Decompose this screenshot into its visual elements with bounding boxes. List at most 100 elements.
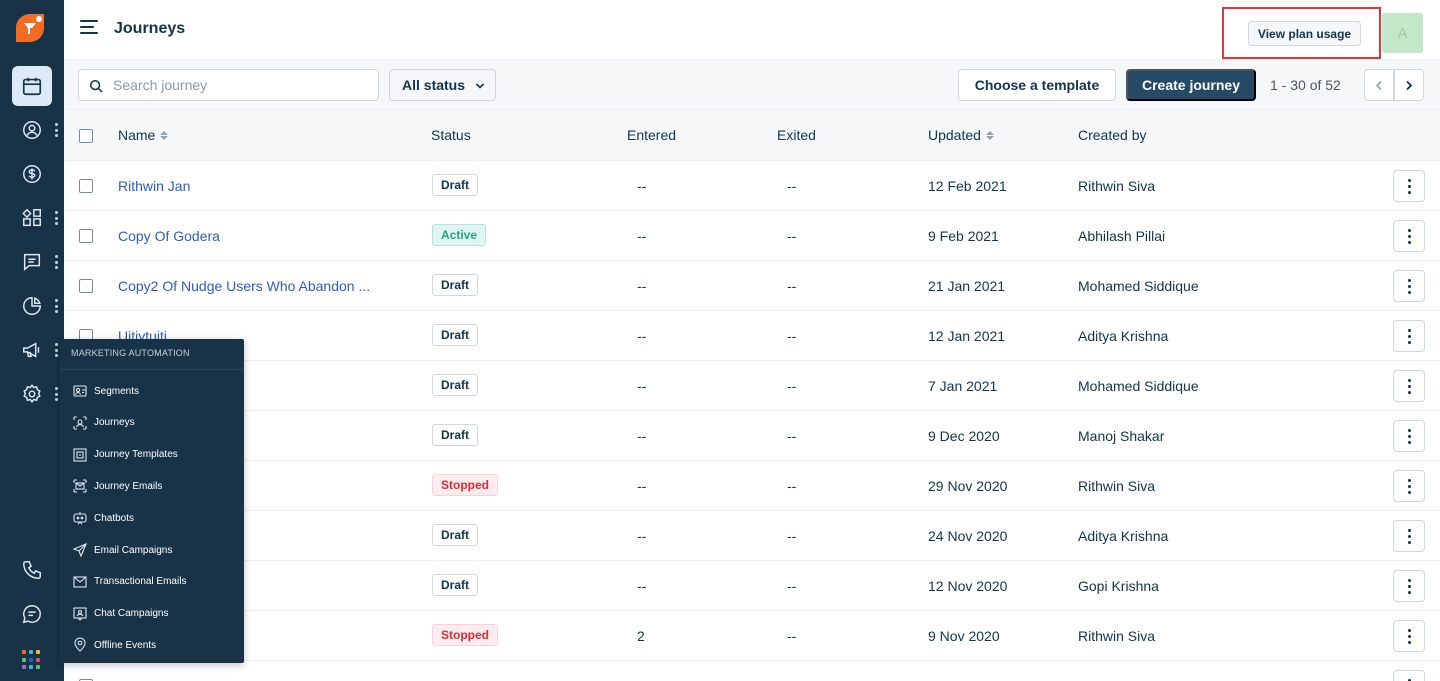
journeys-icon [73,416,87,430]
table-row[interactable]: Draft -- -- 9 Dec 2020 Manoj Shakar [64,411,1440,461]
flyout-item-chatbots[interactable]: Chatbots [72,508,134,528]
table-row[interactable]: Stopped 2 -- 9 Nov 2020 Rithwin Siva [64,611,1440,661]
exited-count: -- [787,528,797,544]
settings-icon[interactable] [12,374,52,414]
next-page-button[interactable] [1394,69,1424,101]
table-row[interactable]: Rithwin Jan Draft -- -- 12 Feb 2021 Rithwin S… [64,161,1440,211]
modules-icon[interactable] [12,198,52,238]
journeys-table: Name Status Entered Exited Updated Creat… [64,110,1440,681]
row-actions-menu-icon[interactable] [1393,220,1425,252]
select-all-checkbox[interactable] [79,129,93,143]
flyout-item-segments[interactable]: Segments [72,381,139,401]
megaphone-icon[interactable] [12,330,52,370]
hamburger-menu-icon[interactable] [80,20,98,34]
table-row[interactable]: Draft -- -- 24 Nov 2020 Aditya Krishna [64,511,1440,561]
column-header-exited: Exited [777,127,816,143]
row-checkbox[interactable] [79,229,93,243]
journey-name-link[interactable]: Copy Of Godera [118,228,388,244]
status-badge: Draft [432,324,479,346]
column-header-name[interactable]: Name [118,127,169,143]
flyout-item-label: Segments [94,385,140,397]
flyout-item-transactional-emails[interactable]: Transactional Emails [72,572,186,592]
table-row[interactable]: Copy2 Of Nudge Users Who Abandon ... Draf… [64,261,1440,311]
flyout-item-chat-campaigns[interactable]: Chat Campaigns [72,604,168,624]
status-badge: Draft [432,424,479,446]
exited-count: -- [787,428,797,444]
dollar-icon[interactable] [12,154,52,194]
table-body: Rithwin Jan Draft -- -- 12 Feb 2021 Rithwin S… [64,161,1440,681]
contacts-more-icon[interactable] [54,123,58,137]
marketing-automation-flyout: MARKETING AUTOMATION Segments Journeys Jou… [60,339,244,663]
journey-name-link[interactable]: Copy2 Of Nudge Users Who Abandon ... [118,278,388,294]
row-actions-menu-icon[interactable] [1393,670,1425,681]
status-filter-dropdown[interactable]: All status [389,69,496,101]
table-row[interactable]: Stopped -- -- 29 Nov 2020 Rithwin Siva [64,461,1440,511]
marketing-more-icon[interactable] [54,343,58,357]
previous-page-button[interactable] [1364,69,1394,101]
flyout-item-offline-events[interactable]: Offline Events [72,635,156,655]
choose-template-button[interactable]: Choose a template [958,69,1116,101]
view-plan-usage-button[interactable]: View plan usage [1248,21,1361,46]
table-row-partial [64,661,1440,681]
row-actions-menu-icon[interactable] [1393,570,1425,602]
envelope-icon [73,576,87,588]
row-checkbox[interactable] [79,179,93,193]
journey-templates-icon [73,448,87,462]
phone-icon[interactable] [12,550,52,590]
flyout-item-journey-emails[interactable]: Journey Emails [72,476,162,496]
status-badge: Draft [432,374,479,396]
table-row[interactable]: Draft -- -- 12 Nov 2020 Gopi Krishna [64,561,1440,611]
created-by: Rithwin Siva [1078,478,1156,494]
row-actions-menu-icon[interactable] [1393,370,1425,402]
flyout-item-email-campaigns[interactable]: Email Campaigns [72,540,172,560]
logo-icon[interactable] [12,12,48,44]
flyout-item-label: Email Campaigns [94,544,173,556]
contacts-icon[interactable] [12,110,52,150]
chat-more-icon[interactable] [54,255,58,269]
paper-plane-icon [72,542,88,558]
created-by: Gopi Krishna [1078,578,1159,594]
row-checkbox[interactable] [79,279,93,293]
conversation-icon[interactable] [12,594,52,634]
created-by: Rithwin Siva [1078,178,1156,194]
analytics-more-icon[interactable] [54,299,58,313]
top-header: Journeys View plan usage A [64,0,1440,60]
table-row[interactable]: Blog SubscriptionDraft----7 Jan 2021Moha… [64,361,1440,411]
column-label: Name [118,127,156,143]
row-actions-menu-icon[interactable] [1393,170,1425,202]
updated-date: 21 Jan 2021 [928,278,1006,294]
flyout-item-label: Journey Templates [94,449,178,461]
row-actions-menu-icon[interactable] [1393,270,1425,302]
flyout-item-journeys[interactable]: Journeys [72,413,135,433]
entered-count: -- [637,328,647,344]
status-badge: Active [432,224,487,246]
flyout-item-journey-templates[interactable]: Journey Templates [72,445,178,465]
modules-more-icon[interactable] [54,211,58,225]
calendar-icon[interactable] [12,66,52,106]
column-header-updated[interactable]: Updated [928,127,994,143]
pie-chart-icon[interactable] [12,286,52,326]
search-input[interactable] [113,70,373,100]
table-row[interactable]: Uitiytuiti Draft -- -- 12 Jan 2021 Aditya Kri… [64,311,1440,361]
row-actions-menu-icon[interactable] [1393,620,1425,652]
chat-icon[interactable] [12,242,52,282]
row-actions-menu-icon[interactable] [1393,520,1425,552]
updated-date: 24 Nov 2020 [928,528,1008,544]
updated-date: 12 Nov 2020 [928,578,1008,594]
updated-date: 7 Jan 2021 [928,378,998,394]
table-row[interactable]: Copy Of Godera Active -- -- 9 Feb 2021 Abhila… [64,211,1440,261]
created-by: Aditya Krishna [1078,528,1169,544]
create-journey-button[interactable]: Create journey [1126,69,1256,101]
status-badge: Stopped [432,474,498,496]
row-actions-menu-icon[interactable] [1393,420,1425,452]
exited-count: -- [787,228,797,244]
row-actions-menu-icon[interactable] [1393,470,1425,502]
column-label: Status [431,127,471,143]
settings-more-icon[interactable] [54,387,58,401]
row-actions-menu-icon[interactable] [1393,320,1425,352]
exited-count: -- [787,478,797,494]
apps-grid-icon[interactable] [22,650,42,670]
journey-name-link[interactable]: Rithwin Jan [118,178,388,194]
avatar[interactable]: A [1382,13,1423,53]
entered-count: -- [637,528,647,544]
